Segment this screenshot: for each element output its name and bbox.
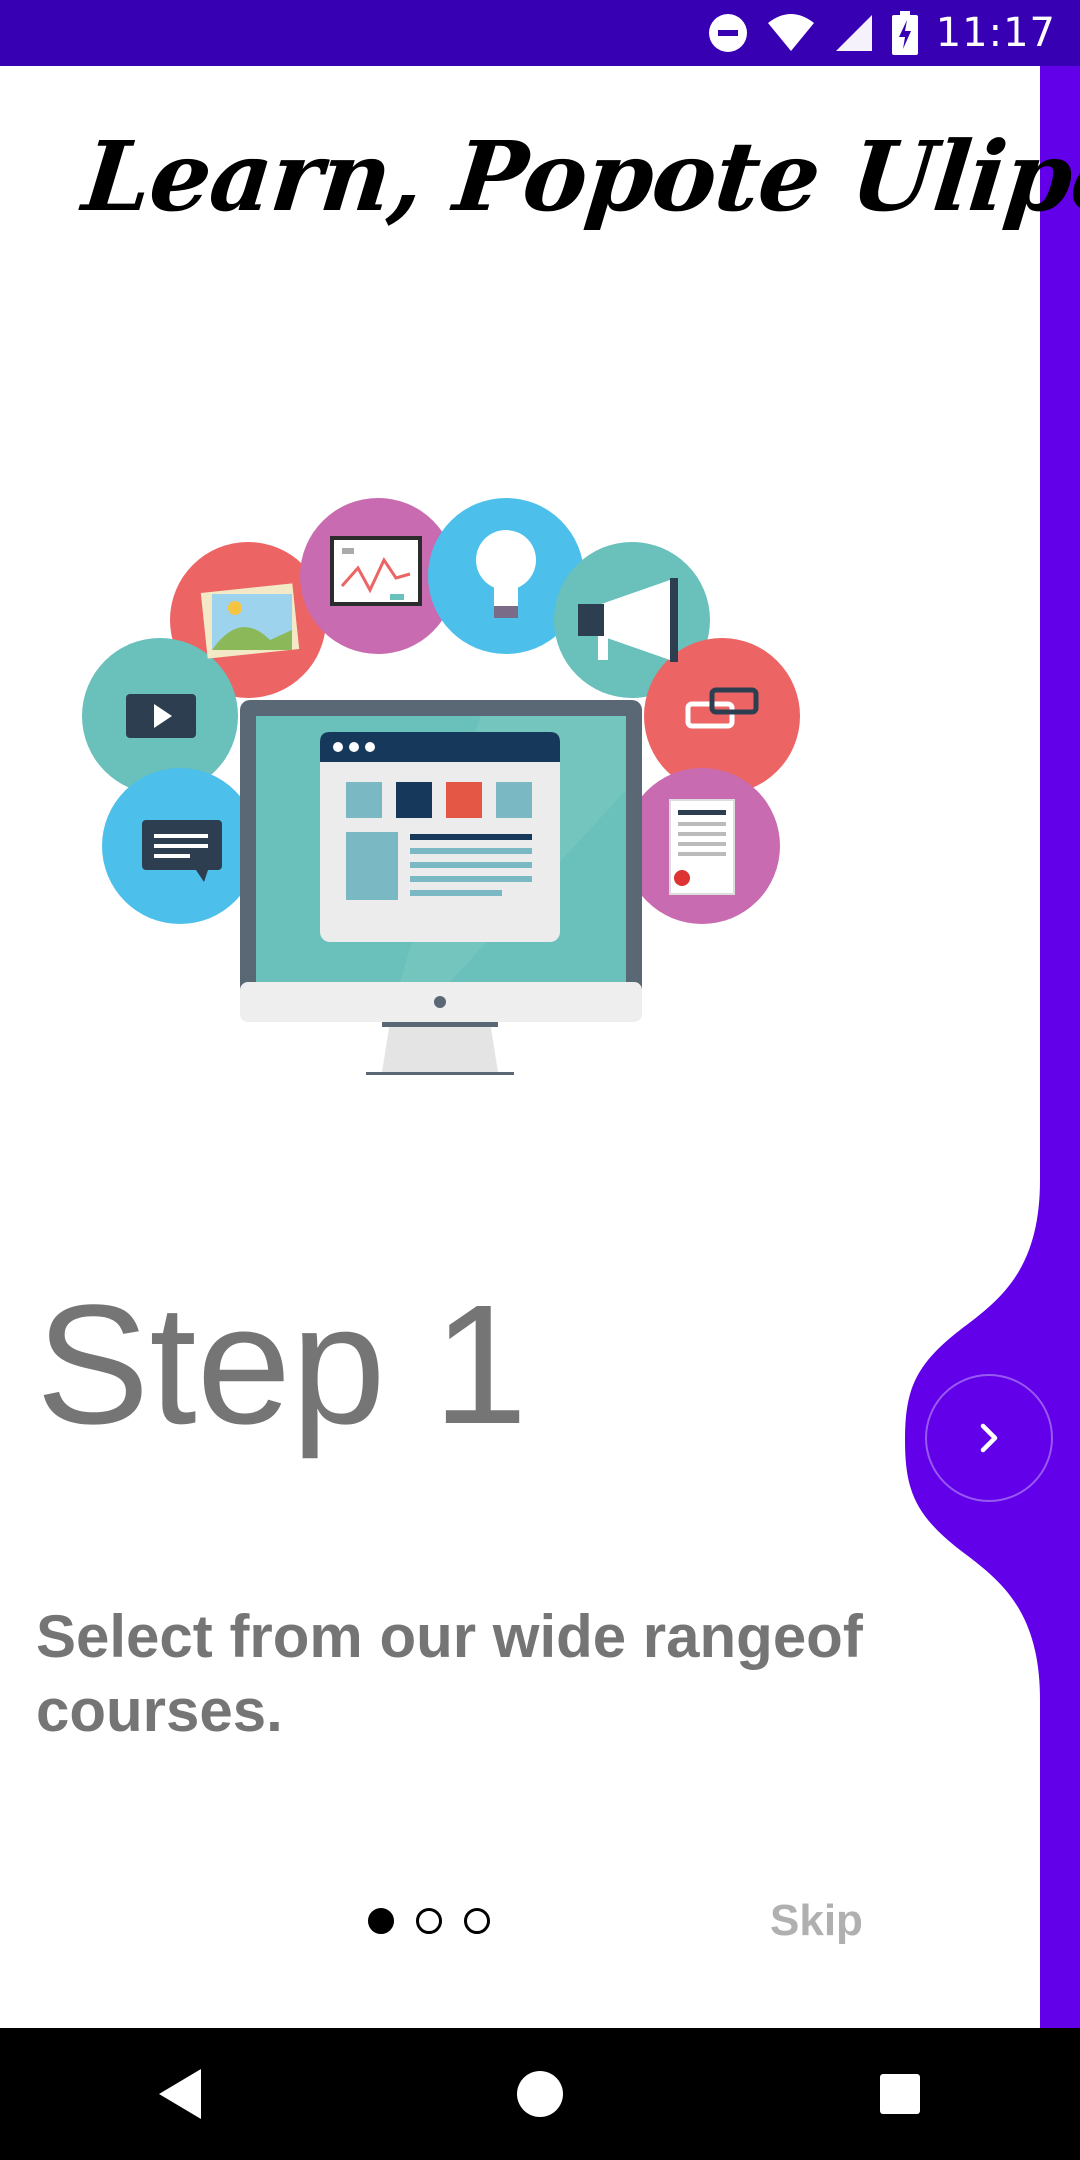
home-button[interactable] — [460, 2028, 620, 2160]
app-title: Learn, Popote Ulipo! — [78, 120, 1080, 233]
wifi-icon — [766, 13, 816, 53]
skip-button[interactable]: Skip — [770, 1896, 863, 1946]
onboarding-illustration — [82, 498, 800, 1075]
status-time: 11:17 — [935, 10, 1056, 56]
step-description: Select from our wide rangeof courses. — [36, 1603, 863, 1744]
next-button[interactable] — [925, 1374, 1053, 1502]
battery-charging-icon — [891, 11, 918, 55]
do-not-disturb-icon — [708, 13, 748, 53]
recents-button[interactable] — [820, 2028, 980, 2160]
navigation-bar — [0, 2028, 1080, 2160]
monitor-icon — [240, 700, 642, 1075]
page-dot-3 — [464, 1908, 490, 1934]
certificate-icon — [669, 799, 735, 895]
page-indicator — [368, 1908, 490, 1934]
side-accent-strip — [1040, 66, 1080, 2028]
signal-icon — [834, 13, 874, 53]
page-dot-1 — [368, 1908, 394, 1934]
video-icon — [126, 694, 196, 738]
status-bar: 11:17 — [0, 0, 1080, 66]
back-button[interactable] — [100, 2028, 260, 2160]
chevron-right-icon — [980, 1423, 998, 1453]
status-icons: 11:17 — [708, 0, 1056, 66]
page-dot-2 — [416, 1908, 442, 1934]
home-icon — [517, 2071, 563, 2117]
recents-icon — [880, 2074, 920, 2114]
image-icon — [200, 583, 300, 659]
chart-board-icon — [330, 536, 422, 606]
step-title: Step 1 — [36, 1270, 528, 1460]
back-icon — [159, 2069, 201, 2119]
